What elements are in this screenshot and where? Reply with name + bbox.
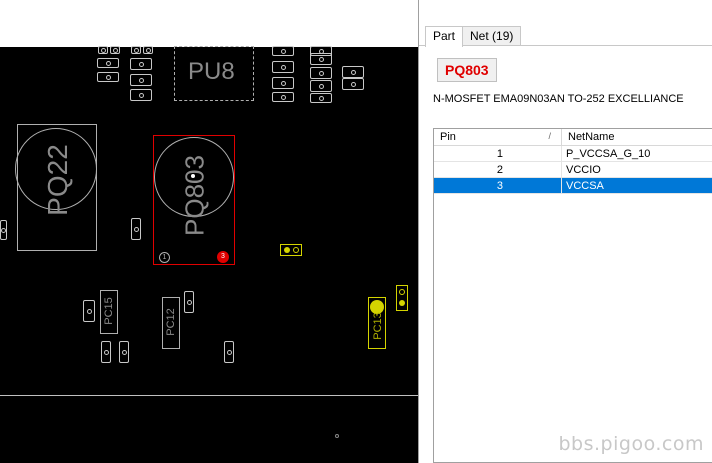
pad[interactable] [272,77,294,89]
board-edge-line [0,395,418,396]
table-row[interactable]: 1 P_VCCSA_G_10 [434,146,712,162]
pcb-canvas[interactable]: PU8 PQ22 PQ803 1 3 PC15 PC12 PC13 [0,0,418,463]
pad[interactable] [110,46,120,54]
highlighted-pad[interactable] [280,244,302,256]
pad[interactable] [97,72,119,82]
pad[interactable] [272,92,294,102]
pad[interactable] [272,61,294,73]
pc13-label: PC13 [372,312,384,340]
column-header-netname-label: NetName [568,131,615,143]
cell-netname: P_VCCSA_G_10 [562,146,712,161]
pin1-marker[interactable]: 1 [159,252,170,263]
table-header: Pin / NetName [434,129,712,146]
part-description: N-MOSFET EMA09N03AN TO-252 EXCELLIANCE [433,93,684,105]
pad[interactable] [0,220,7,240]
table-row[interactable]: 2 VCCIO [434,162,712,178]
pq803-label: PQ803 [179,155,210,236]
cell-netname: VCCSA [562,178,712,193]
pad[interactable] [131,46,141,54]
pad[interactable] [310,53,332,65]
pin-net-table[interactable]: Pin / NetName 1 P_VCCSA_G_10 2 VCCIO 3 V… [433,128,712,463]
pad[interactable] [342,78,364,90]
column-header-pin[interactable]: Pin / [434,129,562,145]
pad[interactable] [130,89,152,101]
watermark: bbs.pigoo.com [558,433,704,455]
pad[interactable] [98,46,108,54]
pad[interactable] [272,46,294,56]
column-header-pin-label: Pin [440,131,456,143]
cell-pin: 3 [434,178,562,193]
pad[interactable] [97,58,119,68]
pad[interactable] [101,341,111,363]
pad[interactable] [83,300,95,322]
cell-netname: VCCIO [562,162,712,177]
cell-pin: 1 [434,146,562,161]
pad[interactable] [184,291,194,313]
via [335,434,339,438]
pad[interactable] [119,341,129,363]
pad[interactable] [310,93,332,103]
part-name-badge: PQ803 [437,58,497,82]
pad[interactable] [310,80,332,92]
column-header-netname[interactable]: NetName [562,129,712,145]
tab-part[interactable]: Part [425,26,464,47]
boardviewer-window: PU8 PQ22 PQ803 1 3 PC15 PC12 PC13 Part N… [0,0,712,463]
pc12-label: PC12 [165,308,177,336]
canvas-top-strip [0,0,418,47]
panel-tabs: Part Net (19) [425,26,522,47]
tab-net[interactable]: Net (19) [462,26,522,46]
pad[interactable] [131,218,141,240]
cell-pin: 2 [434,162,562,177]
pad[interactable] [130,74,152,86]
pad[interactable] [130,58,152,70]
pad[interactable] [342,66,364,78]
pad[interactable] [310,67,332,79]
pad[interactable] [224,341,234,363]
pq22-label: PQ22 [42,144,73,216]
pu8-label: PU8 [188,58,235,85]
origin-marker [191,174,195,178]
pin3-marker[interactable]: 3 [217,251,229,263]
highlighted-pad[interactable] [396,285,408,311]
pc15-label: PC15 [103,297,115,325]
table-row-selected[interactable]: 3 VCCSA [434,178,712,194]
pad[interactable] [143,46,153,54]
properties-panel: Part Net (19) PQ803 N-MOSFET EMA09N03AN … [418,0,712,463]
sort-icon: / [548,131,551,141]
